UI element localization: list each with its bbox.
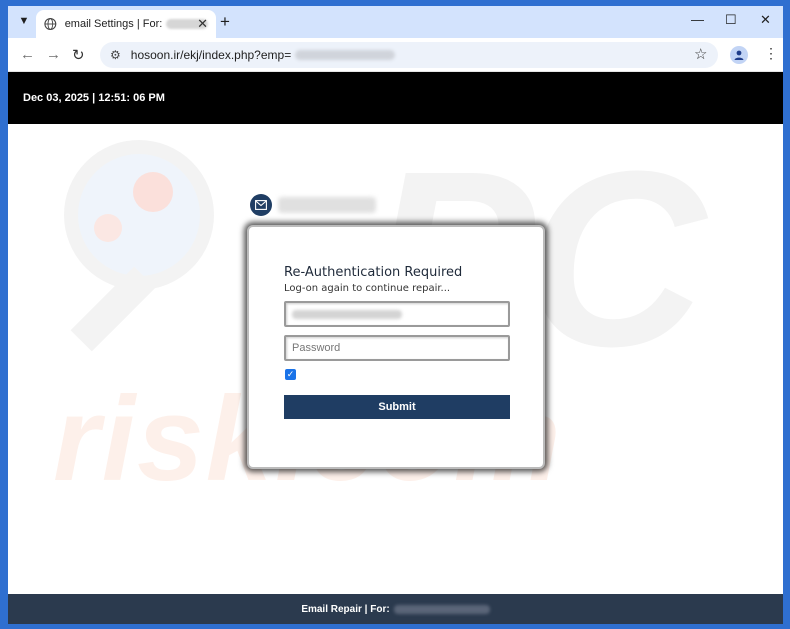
maximize-icon[interactable]: ☐: [725, 12, 737, 28]
address-bar[interactable]: ⚙ hosoon.ir/ekj/index.php?emp=: [100, 42, 718, 68]
more-menu-icon[interactable]: ⋮: [764, 45, 778, 62]
close-window-icon[interactable]: ✕: [760, 12, 771, 28]
login-card: Re-Authentication Required Log-on again …: [247, 225, 545, 469]
redacted-footer-email: [393, 604, 490, 614]
envelope-icon: [250, 194, 272, 216]
watermark-magnifier: [64, 140, 214, 290]
password-field[interactable]: [286, 337, 508, 359]
remember-checkbox[interactable]: ✓: [285, 369, 296, 380]
redacted-email-value: [292, 310, 402, 319]
chevron-down-icon: ▼: [18, 15, 30, 27]
browser-toolbar: ← → ↻ ⚙ hosoon.ir/ekj/index.php?emp= ☆ ⋮: [8, 38, 783, 72]
new-tab-button[interactable]: +: [220, 12, 230, 32]
form-subtitle: Log-on again to continue repair...: [284, 283, 451, 294]
bookmark-star-icon[interactable]: ☆: [694, 45, 707, 63]
page-footer: Email Repair | For:: [8, 594, 783, 624]
page-header: Dec 03, 2025 | 12:51: 06 PM: [8, 72, 783, 124]
brand-logo: [250, 194, 376, 216]
site-settings-icon[interactable]: ⚙: [110, 48, 121, 62]
back-arrow-icon[interactable]: ←: [20, 46, 35, 63]
watermark-dot: [94, 214, 122, 242]
email-field[interactable]: [284, 301, 510, 327]
tab-bar: ▼ email Settings | For: ✕ + — ☐ ✕: [8, 6, 783, 38]
url-text: hosoon.ir/ekj/index.php?emp=: [130, 48, 292, 62]
profile-avatar-icon[interactable]: [730, 46, 748, 64]
active-tab[interactable]: email Settings | For: ✕: [36, 10, 216, 38]
password-field-wrapper: [284, 335, 510, 361]
watermark-dot: [133, 172, 173, 212]
submit-button[interactable]: Submit: [284, 395, 510, 419]
close-tab-icon[interactable]: ✕: [197, 16, 208, 32]
tab-search-button[interactable]: ▼: [14, 11, 34, 31]
minimize-icon[interactable]: —: [691, 12, 704, 27]
reload-icon[interactable]: ↻: [72, 46, 85, 64]
date-time: Dec 03, 2025 | 12:51: 06 PM: [23, 92, 165, 104]
tab-title: email Settings | For:: [64, 18, 163, 30]
redacted-email: [295, 50, 396, 60]
browser-window: ▼ email Settings | For: ✕ + — ☐ ✕ ← → ↻ …: [8, 6, 783, 624]
forward-arrow-icon[interactable]: →: [46, 46, 61, 63]
redacted-domain: [278, 197, 376, 213]
globe-icon: [44, 18, 57, 30]
person-icon: [734, 50, 744, 60]
form-title: Re-Authentication Required: [284, 265, 463, 280]
page-content: PC risk.com Re-Authentication Required L…: [8, 124, 783, 594]
footer-text: Email Repair | For:: [301, 603, 390, 615]
